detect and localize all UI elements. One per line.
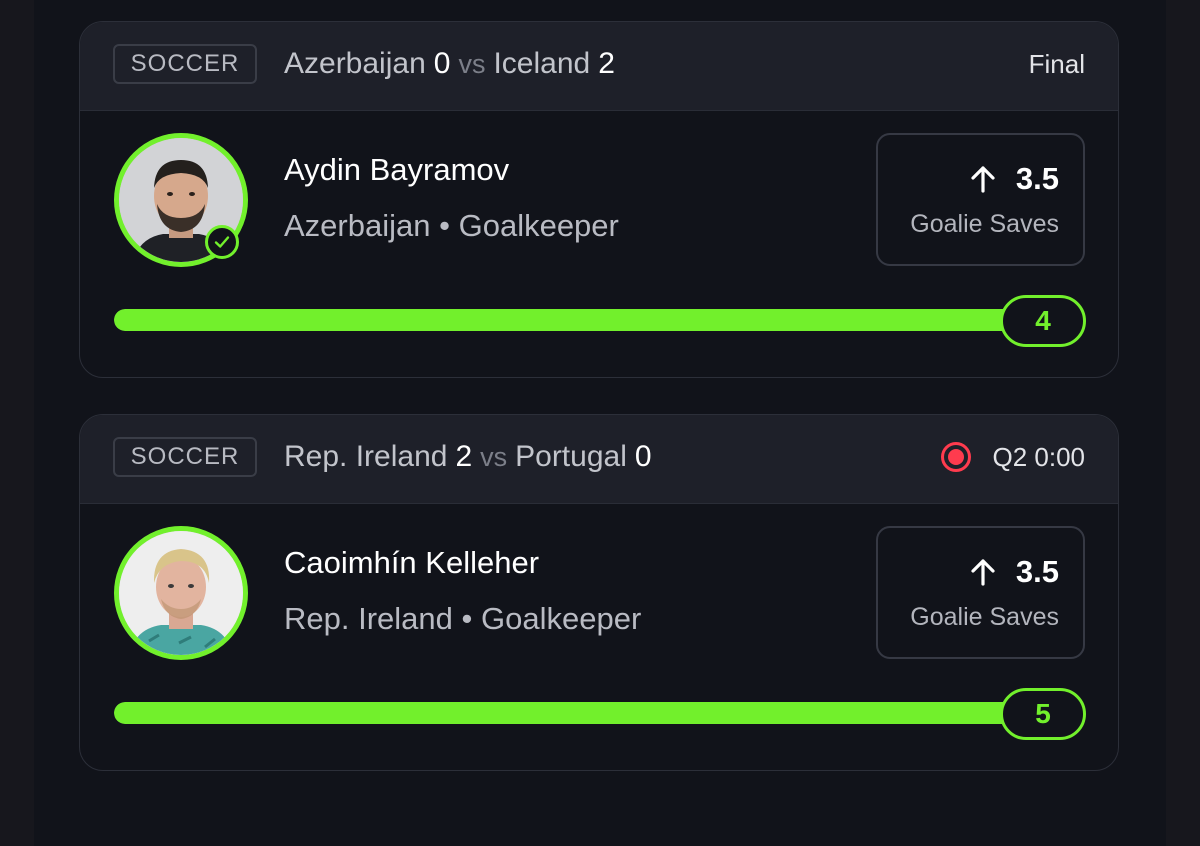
home-team: Rep. Ireland [284,440,448,473]
sport-badge: SOCCER [113,44,257,84]
vs-label: vs [480,441,508,472]
line-value: 3.5 [1015,554,1059,589]
game-status-text: Final [1028,48,1085,79]
player-position: Goalkeeper [481,601,642,636]
card-header: SOCCER Azerbaijan 0 vs Iceland 2 Final [80,22,1118,111]
home-score: 0 [433,47,451,80]
game-status-text: Q2 0:00 [992,441,1085,472]
player-position: Goalkeeper [458,208,619,243]
progress-bar [114,702,1014,724]
away-team: Iceland [493,47,591,80]
stat-type: Goalie Saves [910,210,1059,238]
matchup: Azerbaijan 0 vs Iceland 2 [284,44,615,84]
game-status: Q2 0:00 [940,437,1085,477]
pick-line-box[interactable]: 3.5 Goalie Saves [876,133,1085,266]
arrow-up-icon [971,166,995,193]
home-score: 2 [455,440,473,473]
away-score: 2 [598,47,615,80]
home-team: Azerbaijan [284,47,426,80]
player-avatar [114,526,248,660]
vs-label: vs [458,48,486,79]
progress-fill [114,702,1014,724]
live-record-icon [941,442,972,472]
progress-fill [114,309,1014,331]
game-status: Final [1029,44,1085,84]
player-team: Azerbaijan [284,208,431,243]
line-value: 3.5 [1015,161,1059,196]
progress-bar [114,309,1014,331]
pick-line-box[interactable]: 3.5 Goalie Saves [876,526,1085,659]
matchup: Rep. Ireland 2 vs Portugal 0 [284,437,652,477]
pick-line: 3.5 [968,554,1059,590]
pick-card[interactable]: SOCCER Rep. Ireland 2 vs Portugal 0 Q2 0… [79,414,1119,771]
verified-check-icon [205,225,239,259]
pick-card[interactable]: SOCCER Azerbaijan 0 vs Iceland 2 Final A… [79,21,1119,378]
away-team: Portugal [515,440,627,473]
card-header: SOCCER Rep. Ireland 2 vs Portugal 0 Q2 0… [80,415,1118,504]
pick-line: 3.5 [968,161,1059,197]
result-value: 5 [1000,688,1086,740]
player-info: Rep. Ireland • Goalkeeper [284,601,641,637]
player-name: Aydin Bayramov [284,152,510,187]
arrow-up-icon [971,559,995,586]
player-info: Azerbaijan • Goalkeeper [284,208,619,244]
stat-type: Goalie Saves [910,603,1059,631]
separator: • [439,208,450,243]
separator: • [461,601,473,636]
player-team: Rep. Ireland [284,601,453,636]
result-value: 4 [1000,295,1086,347]
player-name: Caoimhín Kelleher [284,545,540,580]
sport-badge: SOCCER [113,437,257,477]
away-score: 0 [634,440,652,473]
